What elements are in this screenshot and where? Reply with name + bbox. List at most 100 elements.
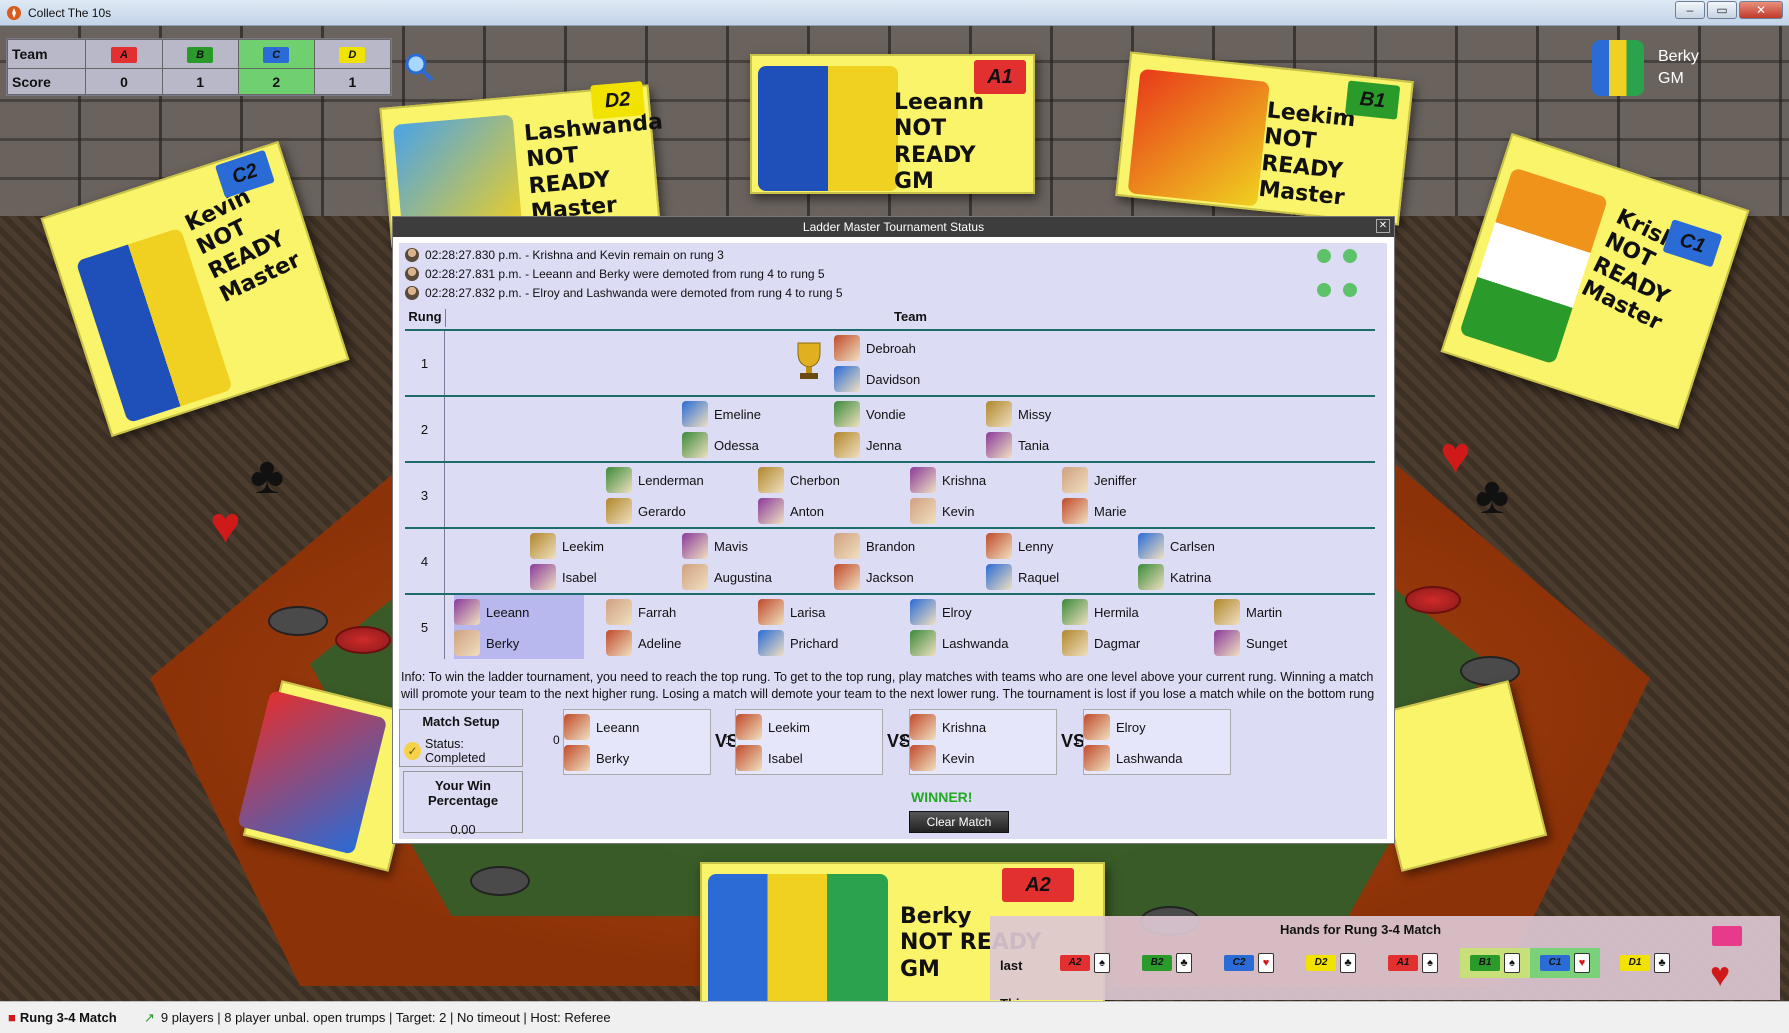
scroll-top-icon[interactable]: [1343, 249, 1357, 263]
rung-row: 2 Emeline Odessa Vondie Jenna Missy Tania: [405, 395, 1375, 461]
player-name: Larisa: [790, 604, 826, 620]
status-info: 9 players | 8 player unbal. open trumps …: [160, 1010, 611, 1025]
avatar: [834, 401, 860, 427]
rung-row: 3 Lenderman Gerardo Cherbon Anton Krishna Kevi…: [405, 461, 1375, 527]
ladder-player: Jackson: [834, 562, 964, 592]
ladder-team[interactable]: Jeniffer Marie: [1062, 463, 1192, 527]
log-entry: 02:28:27.830 p.m. - Krishna and Kevin re…: [405, 245, 1375, 264]
ladder-player: Odessa: [682, 430, 812, 460]
table-hole: [1460, 656, 1520, 686]
user-badge[interactable]: Berky GM: [1592, 40, 1742, 96]
close-button[interactable]: ✕: [1739, 1, 1783, 19]
hand-flag: A1: [1388, 955, 1418, 971]
card-icon: ♥: [1258, 953, 1274, 973]
ladder-team[interactable]: Leekim Isabel: [530, 529, 660, 593]
player-name: Vondie: [866, 406, 906, 422]
hands-last-label: last: [1000, 958, 1023, 973]
heart-suit-icon: ♥: [210, 497, 241, 555]
match-team[interactable]: Leeann Berky: [563, 709, 711, 775]
player-name: Isabel: [768, 750, 803, 766]
ladder-team[interactable]: Krishna Kevin: [910, 463, 1040, 527]
ladder-team[interactable]: Debroah Davidson: [834, 331, 964, 395]
chip: [1405, 586, 1461, 614]
card-icon: ♠: [1504, 953, 1520, 973]
ladder-team[interactable]: Emeline Odessa: [682, 397, 812, 461]
minimize-button[interactable]: –: [1675, 1, 1705, 19]
player-name: Leeann: [486, 604, 530, 620]
expand-icon[interactable]: ↗: [144, 1010, 155, 1026]
avatar: [910, 745, 936, 771]
avatar: [564, 745, 590, 771]
ladder-team[interactable]: Lenderman Gerardo: [606, 463, 736, 527]
maximize-button[interactable]: ▭: [1707, 1, 1737, 19]
ladder-player: Anton: [758, 496, 888, 526]
scroll-up-icon[interactable]: [1317, 249, 1331, 263]
seat-card-leekim[interactable]: Leekim NOT READY Master B1: [1115, 51, 1414, 226]
avatar: [1062, 599, 1088, 625]
scroll-down-icon[interactable]: [1317, 283, 1331, 297]
player-name: Farrah: [638, 604, 677, 620]
team-label: Team: [6, 38, 87, 70]
ladder-team[interactable]: Leeann Berky: [454, 595, 584, 659]
ladder-player: Debroah: [834, 333, 964, 363]
seat-card-leeann[interactable]: Leeann NOT READY GM A1: [750, 54, 1035, 194]
avatar: [758, 599, 784, 625]
player-name: Kevin: [942, 750, 975, 766]
ladder-team[interactable]: Carlsen Katrina: [1138, 529, 1268, 593]
match-team[interactable]: Krishna Kevin: [909, 709, 1057, 775]
clear-match-button[interactable]: Clear Match: [909, 811, 1009, 833]
rung-number: 3: [405, 463, 445, 527]
win-percentage-header: Your Win Percentage: [427, 778, 499, 808]
ladder-team[interactable]: Cherbon Anton: [758, 463, 888, 527]
avatar: [1062, 467, 1088, 493]
avatar: [910, 498, 936, 524]
ladder-player: Lenderman: [606, 465, 736, 495]
player-name: Raquel: [1018, 569, 1060, 585]
check-icon: ✓: [404, 742, 421, 760]
score-label: Score: [6, 68, 87, 95]
avatar: [1214, 599, 1240, 625]
dialog-close-button[interactable]: ✕: [1376, 219, 1390, 233]
match-team[interactable]: Leekim Isabel: [735, 709, 883, 775]
player-name: Isabel: [562, 569, 597, 585]
ladder-team[interactable]: Mavis Augustina: [682, 529, 812, 593]
info-text: Info: To win the ladder tournament, you …: [401, 670, 1375, 701]
magnifier-icon[interactable]: [404, 52, 434, 82]
avatar: [834, 335, 860, 361]
avatar: [530, 533, 556, 559]
ladder-player: Elroy: [910, 597, 1040, 627]
ladder-player: Leekim: [530, 531, 660, 561]
ladder-team[interactable]: Missy Tania: [986, 397, 1116, 461]
ladder-player: Marie: [1062, 496, 1192, 526]
ladder-team[interactable]: Hermila Dagmar: [1062, 595, 1192, 659]
ladder-team[interactable]: Elroy Lashwanda: [910, 595, 1040, 659]
team-match-score: 2: [899, 733, 906, 747]
player-name: Hermila: [1094, 604, 1139, 620]
rung-number: 2: [405, 397, 445, 461]
ladder-team[interactable]: Larisa Prichard: [758, 595, 888, 659]
scroll-bottom-icon[interactable]: [1343, 283, 1357, 297]
table-hole: [470, 866, 530, 896]
ladder-player: Kevin: [910, 496, 1040, 526]
hand-flag: B2: [1142, 955, 1172, 971]
ladder-team[interactable]: Brandon Jackson: [834, 529, 964, 593]
ladder-team[interactable]: Vondie Jenna: [834, 397, 964, 461]
player-name: Sunget: [1246, 635, 1288, 651]
ladder-team[interactable]: Farrah Adeline: [606, 595, 736, 659]
player-name: Mavis: [714, 538, 748, 554]
player-name: Berky: [596, 750, 630, 766]
player-name: Davidson: [866, 371, 921, 387]
player-name: Krishna: [942, 472, 987, 488]
ladder-player: Katrina: [1138, 562, 1268, 592]
ladder-team[interactable]: Martin Sunget: [1214, 595, 1344, 659]
dialog-title: Ladder Master Tournament Status: [802, 220, 985, 234]
match-team[interactable]: Elroy Lashwanda: [1083, 709, 1231, 775]
app-icon: [7, 5, 21, 20]
avatar: [736, 745, 762, 771]
table-hole: [268, 606, 328, 636]
team-score: 1: [161, 68, 239, 95]
ladder-team[interactable]: Lenny Raquel: [986, 529, 1116, 593]
ladder-table: Rung Team 1 Debroah Davidson 2 Emeline Odessa…: [405, 309, 1375, 663]
table-icon: ■: [8, 1010, 16, 1025]
avatar: [606, 467, 632, 493]
